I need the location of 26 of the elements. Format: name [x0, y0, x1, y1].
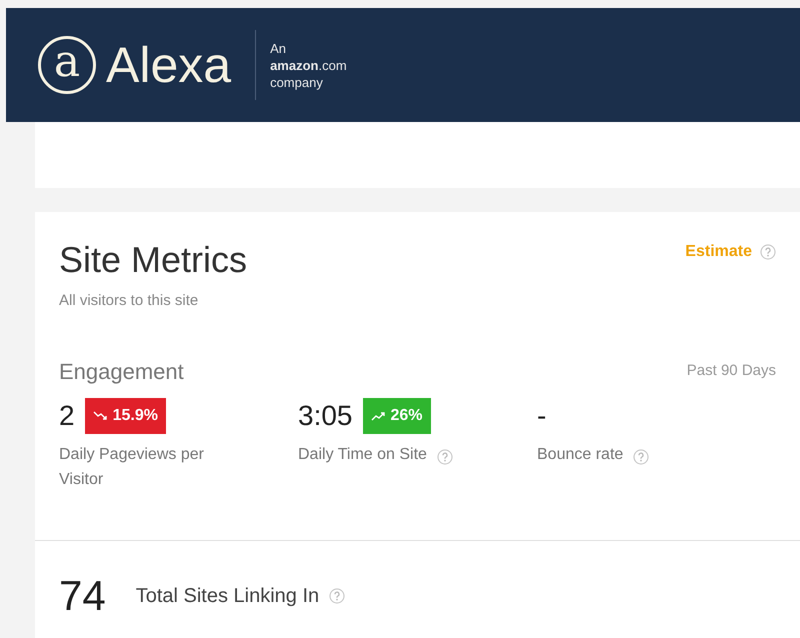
metric-label: Daily Pageviews per Visitor [59, 444, 205, 490]
logo-text: Alexa [106, 40, 232, 90]
linking-label: Total Sites Linking In [136, 584, 320, 608]
section-title: Engagement [59, 358, 184, 386]
card-title: Site Metrics [59, 242, 248, 278]
change-badge: 26% [362, 398, 431, 434]
change-badge: 15.9% [84, 398, 166, 434]
tagline-text: company [270, 74, 324, 90]
amazon-text: amazon.com [270, 56, 347, 74]
help-icon[interactable] [436, 449, 453, 466]
help-icon[interactable] [633, 449, 650, 466]
help-icon[interactable] [329, 588, 346, 604]
period-label: Past 90 Days [686, 360, 776, 381]
metric-value: - [537, 398, 546, 432]
trend-down-icon [92, 410, 107, 420]
tagline-text: An [270, 40, 287, 56]
metric-value: 2 [59, 398, 75, 432]
help-icon[interactable] [760, 244, 776, 260]
trend-up-icon [370, 410, 384, 420]
metric-label: Daily Time on Site [298, 444, 427, 464]
logo-mark: a [38, 36, 96, 94]
metric-label: Bounce rate [537, 444, 624, 464]
card-subtitle: All visitors to this site [59, 291, 200, 311]
linking-count: 74 [59, 574, 106, 616]
metric-value: 3:05 [298, 398, 352, 432]
estimate-label: Estimate [685, 242, 752, 262]
